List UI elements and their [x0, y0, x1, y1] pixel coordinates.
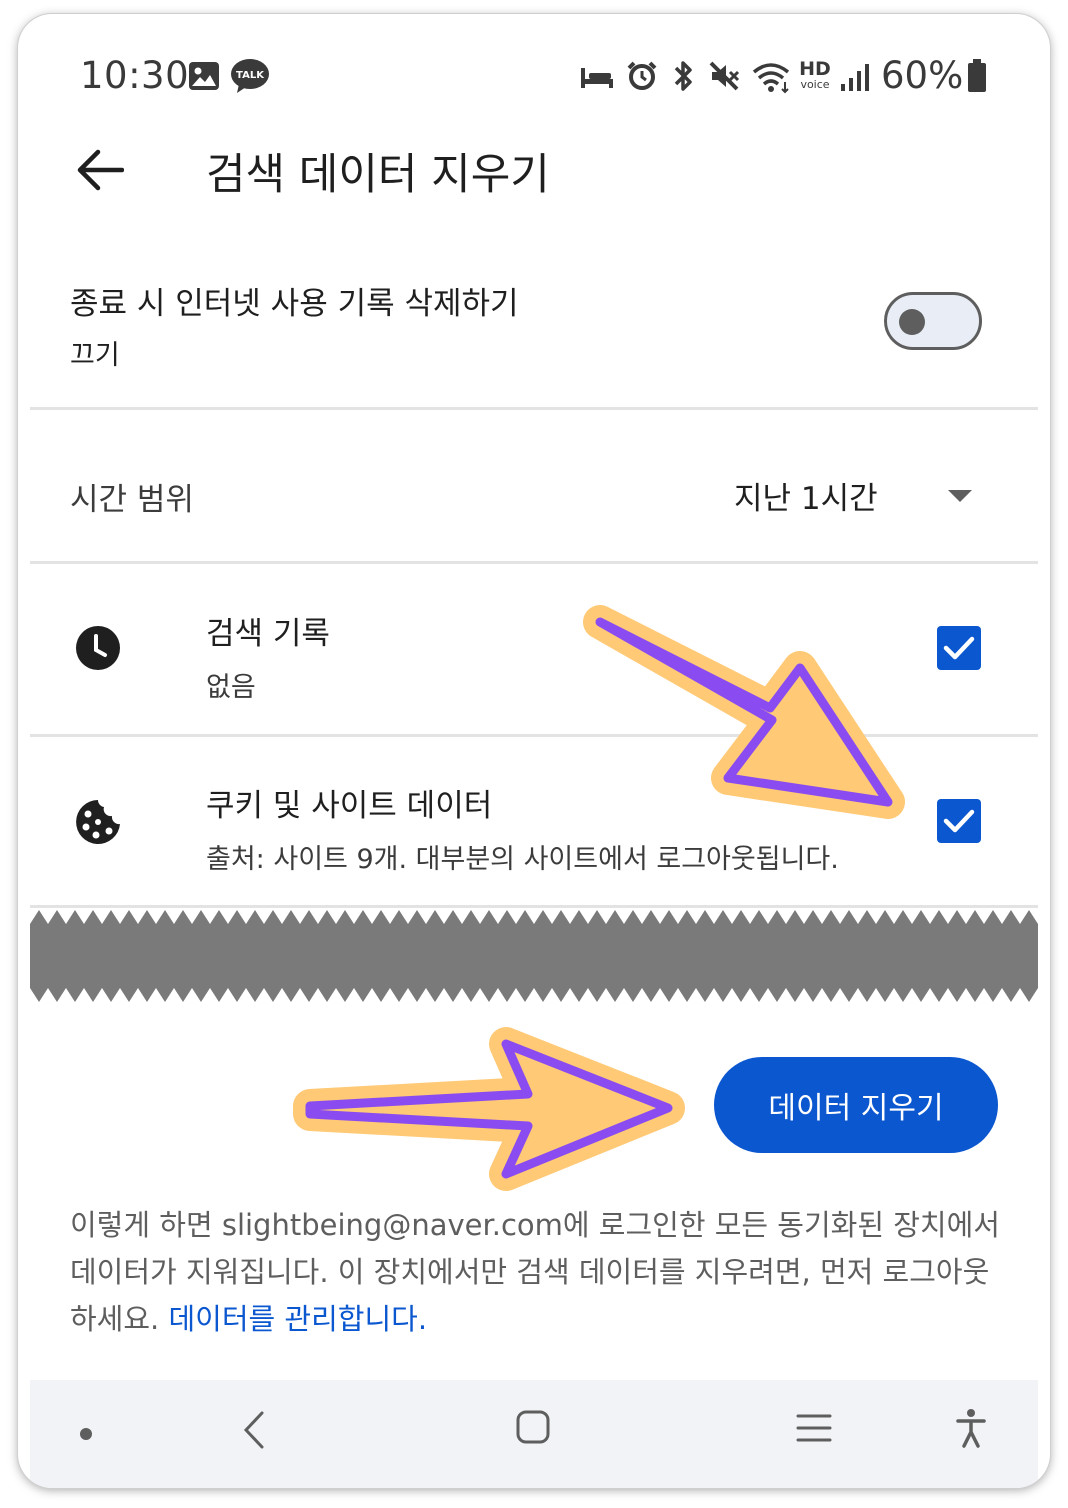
clock-icon [76, 626, 120, 670]
time-range-value: 지난 1시간 [734, 481, 878, 517]
search-history-checkbox[interactable] [937, 626, 981, 670]
signal-icon [841, 64, 869, 91]
page-title: 검색 데이터 지우기 [206, 150, 550, 200]
phone-screen: 10:30 TALK HD voice 60% 검색 데이터 지우기 종료 시 … [18, 14, 1050, 1488]
mute-icon [709, 61, 740, 91]
hd-voice-icon: HD voice [799, 58, 831, 91]
wifi-icon [752, 63, 790, 94]
battery-icon [968, 59, 986, 92]
kakaotalk-icon: TALK [231, 59, 269, 93]
divider [30, 407, 1038, 410]
bluetooth-icon [674, 61, 692, 91]
home-nav-icon[interactable] [516, 1410, 550, 1444]
dropdown-arrow-icon [948, 490, 972, 502]
time-range-label: 시간 범위 [70, 482, 194, 518]
auto-delete-status: 끄기 [70, 340, 120, 371]
checkmark-icon [943, 809, 975, 833]
auto-delete-label: 종료 시 인터넷 사용 기록 삭제하기 [70, 286, 519, 322]
divider [30, 905, 1038, 908]
back-nav-icon[interactable] [242, 1410, 266, 1450]
back-arrow-icon[interactable] [76, 148, 124, 192]
navigation-bar [30, 1380, 1038, 1488]
auto-delete-setting[interactable]: 종료 시 인터넷 사용 기록 삭제하기 끄기 [70, 278, 850, 372]
sleep-icon [581, 68, 613, 88]
auto-delete-toggle[interactable] [884, 292, 982, 350]
time-range-dropdown[interactable]: 지난 1시간 [730, 459, 1000, 529]
alarm-icon [627, 61, 657, 90]
divider [30, 561, 1038, 564]
cookies-subtitle: 출처: 사이트 9개. 대부분의 사이트에서 로그아웃됩니다. [206, 844, 839, 875]
sync-notice: 이렇게 하면 slightbeing@naver.com에 로그인한 모든 동기… [70, 1202, 1000, 1343]
checkmark-icon [943, 636, 975, 660]
manage-data-link[interactable]: 데이터를 관리합니다. [168, 1302, 427, 1336]
cookies-checkbox[interactable] [937, 799, 981, 843]
cut-separator [30, 910, 1038, 1002]
svg-text:TALK: TALK [236, 70, 265, 81]
annotation-arrow-icon [583, 605, 905, 819]
gallery-icon [189, 62, 219, 90]
clear-data-button[interactable]: 데이터 지우기 [714, 1057, 998, 1153]
toggle-knob [899, 309, 925, 335]
battery-percent: 60% [881, 54, 964, 97]
annotation-arrow-icon [293, 1027, 685, 1191]
dot-icon[interactable] [80, 1428, 92, 1440]
status-time: 10:30 [80, 54, 190, 97]
accessibility-icon[interactable] [956, 1408, 986, 1448]
cookie-icon [76, 800, 120, 844]
recents-nav-icon[interactable] [796, 1412, 832, 1444]
